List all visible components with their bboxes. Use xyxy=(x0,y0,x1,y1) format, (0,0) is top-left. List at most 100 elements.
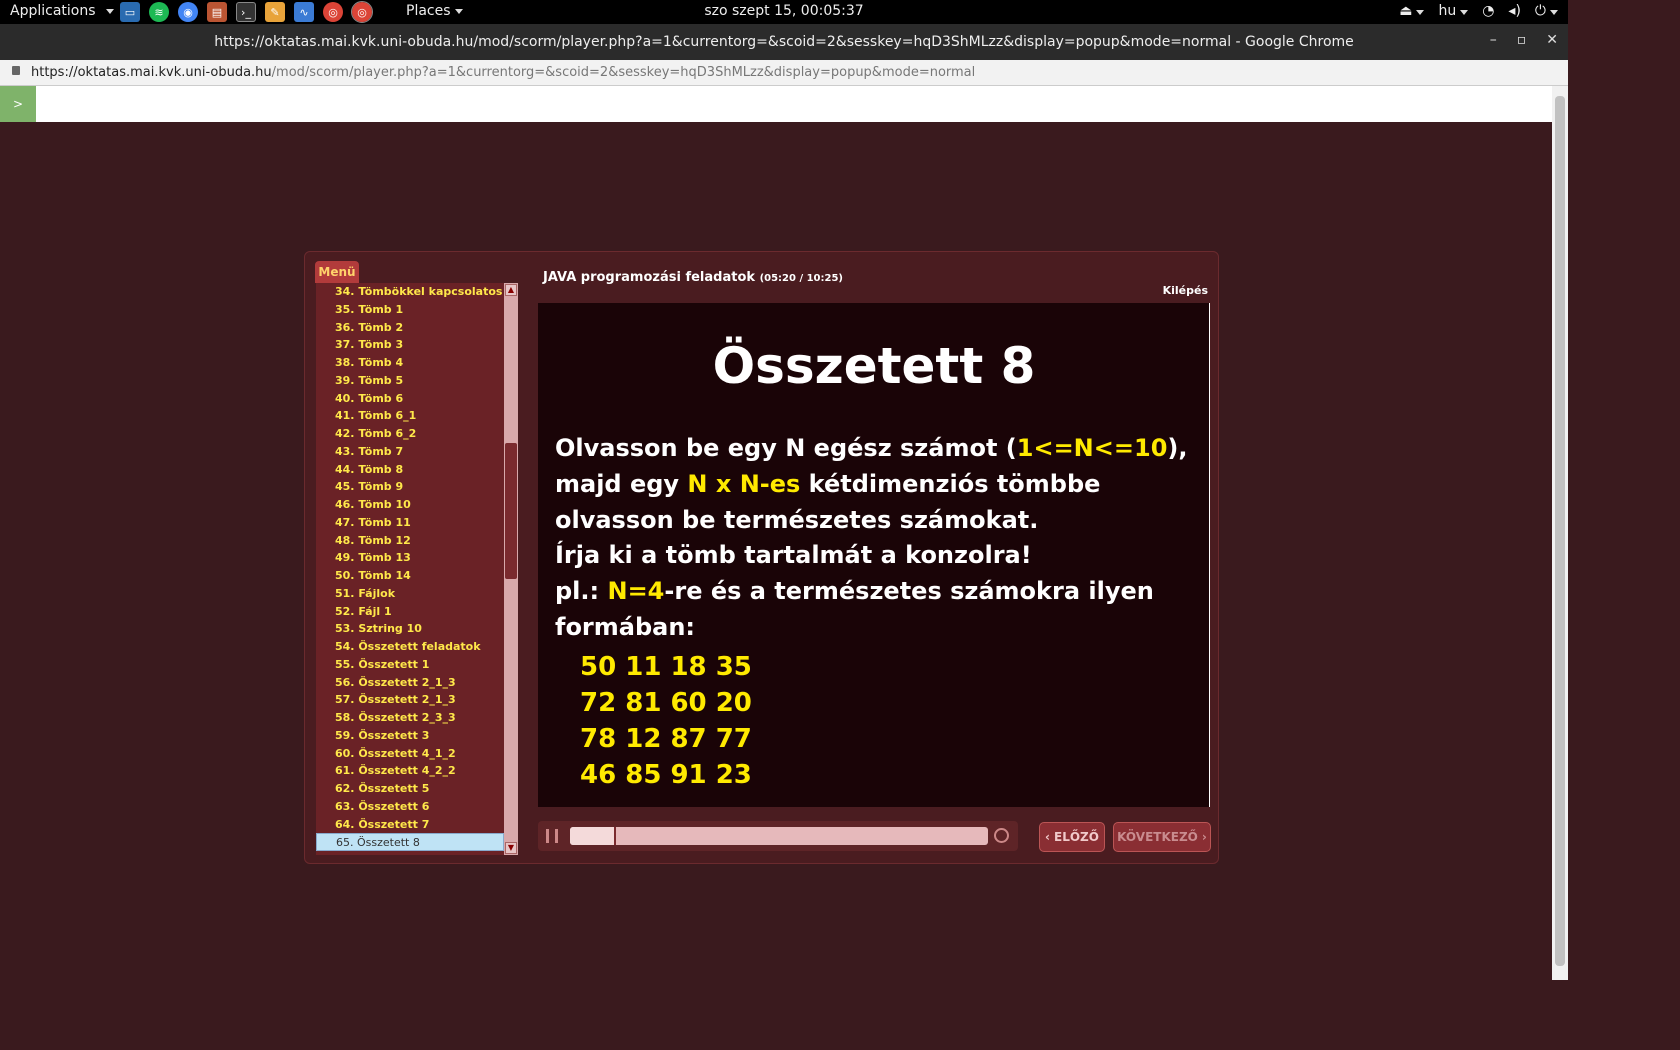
menu-scrollbar[interactable]: ▲ ▼ xyxy=(504,283,518,855)
menu-item[interactable]: 51. Fájlok xyxy=(316,585,504,603)
menu-item[interactable]: 61. Összetett 4_2_2 xyxy=(316,762,504,780)
menu-list: 34. Tömbökkel kapcsolatos f...35. Tömb 1… xyxy=(316,283,504,855)
menu-item[interactable]: 58. Összetett 2_3_3 xyxy=(316,709,504,727)
menu-item[interactable]: 37. Tömb 3 xyxy=(316,336,504,354)
keyboard-layout[interactable]: hu xyxy=(1438,3,1469,19)
menu-tab[interactable]: Menü xyxy=(315,261,359,283)
menu-item[interactable]: 63. Összetett 6 xyxy=(316,798,504,816)
menu-item[interactable]: 43. Tömb 7 xyxy=(316,443,504,461)
menu-item[interactable]: 57. Összetett 2_1_3 xyxy=(316,691,504,709)
slide-line: Olvasson be egy N egész számot (1<=N<=10… xyxy=(555,431,1187,467)
next-button[interactable]: KÖVETKEZŐ › xyxy=(1113,822,1211,852)
wifi-icon[interactable]: ◔ xyxy=(1482,3,1494,19)
slide-highlight: N x N-es xyxy=(687,469,801,498)
menu-item[interactable]: 56. Összetett 2_1_3 xyxy=(316,674,504,692)
applications-label: Applications xyxy=(10,3,96,19)
desktop-icon[interactable]: ▭ xyxy=(120,2,140,22)
slide-text: kétdimenziós tömbbe xyxy=(800,469,1101,498)
page-scrollbar-thumb[interactable] xyxy=(1555,96,1565,966)
menu-item[interactable]: 54. Összetett feladatok xyxy=(316,638,504,656)
slide-text: Olvasson be egy N egész számot ( xyxy=(555,434,1017,462)
slide-text: ), xyxy=(1167,434,1188,462)
toc-toggle-button[interactable]: > xyxy=(0,86,36,122)
chrome-icon[interactable]: ◎ xyxy=(323,2,343,22)
chrome-active-icon[interactable]: ◎ xyxy=(351,1,373,23)
lesson-title: JAVA programozási feladatok (05:20 / 10:… xyxy=(543,270,843,285)
slide-line: majd egy N x N-es kétdimenziós tömbbe xyxy=(555,467,1187,503)
menu-item[interactable]: 40. Tömb 6 xyxy=(316,390,504,408)
address-bar[interactable]: https://oktatas.mai.kvk.uni-obuda.hu/mod… xyxy=(0,60,1568,86)
menu-item[interactable]: 62. Összetett 5 xyxy=(316,780,504,798)
matrix-row: 46 85 91 23 xyxy=(580,760,752,790)
menu-item[interactable]: 50. Tömb 14 xyxy=(316,567,504,585)
scroll-up-icon[interactable]: ▲ xyxy=(505,284,517,296)
menu-item[interactable]: 53. Sztring 10 xyxy=(316,620,504,638)
slide-text: majd egy xyxy=(555,469,688,498)
power-icon[interactable]: ⏻ xyxy=(1535,3,1558,19)
system-monitor-icon[interactable]: ∿ xyxy=(294,2,314,22)
menu-item[interactable]: 48. Tömb 12 xyxy=(316,532,504,550)
lesson-time: (05:20 / 10:25) xyxy=(759,273,843,284)
page-scrollbar[interactable] xyxy=(1552,86,1568,980)
launcher-bar: ▭ ≋ ◉ ▤ ›_ ✎ ∿ ◎ ◎ xyxy=(120,1,373,23)
menu-item[interactable]: 42. Tömb 6_2 xyxy=(316,425,504,443)
chevron-left-icon: ‹ xyxy=(1045,830,1050,844)
matrix-row: 50 11 18 35 xyxy=(580,652,752,682)
menu-item[interactable]: 41. Tömb 6_1 xyxy=(316,407,504,425)
places-menu[interactable]: Places xyxy=(406,3,463,19)
scorm-nav-strip xyxy=(0,86,1552,122)
volume-icon[interactable]: ◂) xyxy=(1508,3,1521,19)
menu-item[interactable]: 52. Fájl 1 xyxy=(316,603,504,621)
menu-item[interactable]: 47. Tömb 11 xyxy=(316,514,504,532)
slide-text: pl.: xyxy=(555,577,608,606)
menu-item[interactable]: 46. Tömb 10 xyxy=(316,496,504,514)
applications-menu[interactable]: Applications xyxy=(10,3,114,19)
scroll-down-icon[interactable]: ▼ xyxy=(505,842,517,854)
slide-title: Összetett 8 xyxy=(712,337,1036,395)
text-editor-icon[interactable]: ✎ xyxy=(265,2,285,22)
replay-icon[interactable] xyxy=(994,828,1009,843)
menu-item[interactable]: 59. Összetett 3 xyxy=(316,727,504,745)
archive-icon[interactable]: ▤ xyxy=(207,2,227,22)
menu-item[interactable]: 38. Tömb 4 xyxy=(316,354,504,372)
menu-item[interactable]: 60. Összetett 4_1_2 xyxy=(316,745,504,763)
close-icon[interactable]: ✕ xyxy=(1546,32,1558,48)
matrix-row: 78 12 87 77 xyxy=(580,724,752,754)
browser-title-bar: https://oktatas.mai.kvk.uni-obuda.hu/mod… xyxy=(0,24,1568,60)
terminal-icon[interactable]: ›_ xyxy=(236,2,256,22)
pause-icon[interactable] xyxy=(546,829,558,843)
playback-controls xyxy=(538,821,1018,851)
prev-button[interactable]: ‹ ELŐZŐ xyxy=(1039,822,1105,852)
url-text[interactable]: https://oktatas.mai.kvk.uni-obuda.hu/mod… xyxy=(31,65,975,80)
progress-bar[interactable] xyxy=(570,827,988,845)
minimize-icon[interactable]: – xyxy=(1490,32,1497,48)
keyboard-layout-label: hu xyxy=(1438,3,1457,19)
chevron-right-icon: › xyxy=(1201,830,1207,844)
menu-item[interactable]: 34. Tömbökkel kapcsolatos f... xyxy=(316,283,504,301)
menu-item[interactable]: 36. Tömb 2 xyxy=(316,319,504,337)
menu-item[interactable]: 49. Tömb 13 xyxy=(316,549,504,567)
slide-body: Olvasson be egy N egész számot (1<=N<=10… xyxy=(555,431,1187,646)
maximize-icon[interactable]: ▫ xyxy=(1517,32,1527,48)
system-tray: ⏏ hu ◔ ◂) ⏻ xyxy=(1399,3,1558,19)
menu-item[interactable]: 64. Összetett 7 xyxy=(316,816,504,834)
next-label: KÖVETKEZŐ xyxy=(1117,830,1198,844)
menu-item[interactable]: 35. Tömb 1 xyxy=(316,301,504,319)
menu-item[interactable]: 45. Tömb 9 xyxy=(316,478,504,496)
prev-label: ELŐZŐ xyxy=(1054,830,1099,844)
exit-link[interactable]: Kilépés xyxy=(1163,284,1208,297)
menu-item[interactable]: 65. Összetett 8 xyxy=(316,833,504,851)
menu-scrollbar-thumb[interactable] xyxy=(505,443,517,579)
slide-line: pl.: N=4-re és a természetes számokra il… xyxy=(555,574,1187,610)
menu-item[interactable]: 39. Tömb 5 xyxy=(316,372,504,390)
window-controls: – ▫ ✕ xyxy=(1490,32,1558,48)
chromium-icon[interactable]: ◉ xyxy=(178,2,198,22)
menu-item[interactable]: 55. Összetett 1 xyxy=(316,656,504,674)
eject-icon[interactable]: ⏏ xyxy=(1399,3,1425,19)
example-matrix: 50 11 18 35 72 81 60 20 78 12 87 77 46 8… xyxy=(580,649,752,793)
menu-item[interactable]: 44. Tömb 8 xyxy=(316,461,504,479)
spotify-icon[interactable]: ≋ xyxy=(149,2,169,22)
matrix-row: 72 81 60 20 xyxy=(580,688,752,718)
slide-line: olvasson be természetes számokat. xyxy=(555,505,1039,534)
gnome-top-bar: Applications ▭ ≋ ◉ ▤ ›_ ✎ ∿ ◎ ◎ Places s… xyxy=(0,0,1568,24)
